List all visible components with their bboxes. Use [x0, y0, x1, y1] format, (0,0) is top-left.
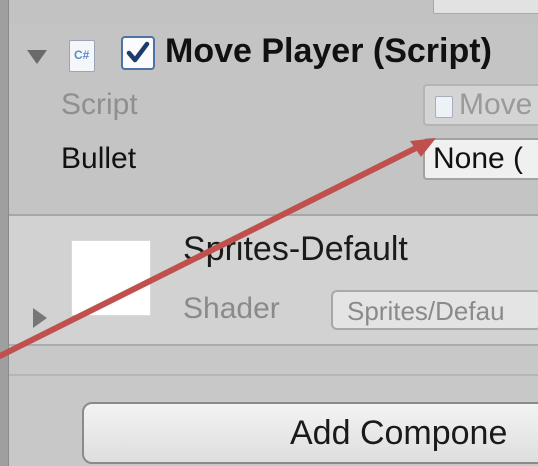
material-section: Sprites-Default Shader Sprites/Defau [9, 216, 538, 346]
material-name: Sprites-Default [183, 230, 408, 268]
inspector-panel: C# Move Player (Script) Script Move Bull… [0, 0, 538, 466]
add-component-label: Add Compone [290, 414, 508, 452]
move-player-component: C# Move Player (Script) Script Move Bull… [9, 24, 538, 216]
material-preview-swatch [71, 240, 151, 316]
bullet-label: Bullet [61, 142, 137, 175]
previous-component-edge [9, 0, 538, 25]
script-field[interactable]: Move [423, 84, 538, 126]
foldout-arrow-icon[interactable] [27, 50, 47, 64]
add-component-button[interactable]: Add Compone [82, 402, 538, 464]
previous-field-edge [433, 0, 538, 14]
checkmark-icon [126, 41, 150, 63]
script-field-value: Move [459, 88, 533, 121]
script-label: Script [61, 88, 138, 121]
script-file-icon [435, 96, 453, 118]
shader-dropdown[interactable]: Sprites/Defau [331, 290, 538, 330]
csharp-script-icon: C# [69, 40, 95, 72]
component-title: Move Player (Script) [165, 32, 492, 70]
csharp-icon-text: C# [74, 48, 90, 62]
shader-dropdown-value: Sprites/Defau [347, 296, 505, 326]
panel-left-edge [0, 0, 9, 466]
footer-divider [9, 374, 538, 376]
material-foldout-arrow-icon[interactable] [33, 308, 47, 328]
bullet-field[interactable]: None ( [423, 138, 538, 180]
shader-label: Shader [183, 292, 280, 325]
bullet-field-value: None ( [433, 142, 524, 175]
component-enabled-checkbox[interactable] [121, 36, 155, 70]
